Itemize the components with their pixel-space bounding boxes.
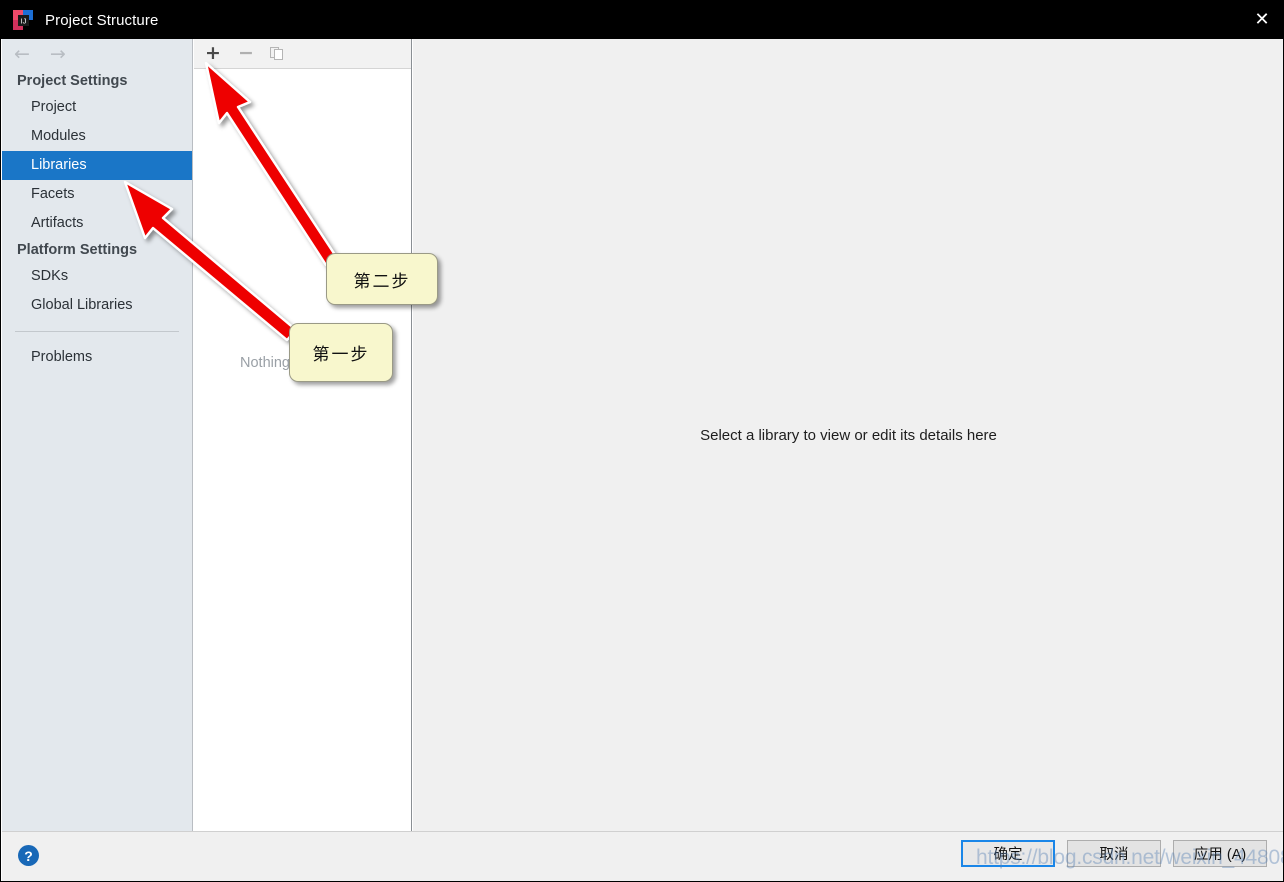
navigation-arrows: ← → (2, 39, 192, 69)
copy-icon-front-sheet (274, 48, 283, 60)
cancel-button[interactable]: 取消 (1067, 840, 1161, 867)
sidebar-item-libraries[interactable]: Libraries (2, 151, 192, 180)
library-detail-panel: Select a library to view or edit its det… (413, 39, 1283, 831)
sidebar-divider (15, 331, 179, 332)
ok-button[interactable]: 确定 (961, 840, 1055, 867)
dialog-button-group: 确定 取消 应用 (A) (961, 840, 1267, 867)
apply-button[interactable]: 应用 (A) (1173, 840, 1267, 867)
copy-library-icon[interactable] (270, 45, 288, 63)
empty-list-placeholder: Nothing to show (240, 355, 344, 371)
title-bar: IJ Project Structure ✕ (1, 1, 1283, 39)
sidebar-item-problems[interactable]: Problems (2, 343, 192, 372)
forward-arrow-icon[interactable]: → (50, 44, 66, 64)
project-structure-dialog: IJ Project Structure ✕ ← → Project Setti… (0, 0, 1284, 882)
sidebar-item-modules[interactable]: Modules (2, 122, 192, 151)
detail-placeholder-text: Select a library to view or edit its det… (700, 427, 997, 444)
close-icon[interactable]: ✕ (1239, 1, 1283, 39)
window-title: Project Structure (45, 11, 159, 29)
back-arrow-icon[interactable]: ← (14, 44, 30, 64)
settings-sidebar: ← → Project Settings Project Modules Lib… (2, 39, 193, 831)
libraries-toolbar: + − (194, 39, 411, 69)
sidebar-item-project[interactable]: Project (2, 93, 192, 122)
add-library-button[interactable]: + (204, 44, 222, 63)
dialog-bottom-bar: ? 确定 取消 应用 (A) (2, 831, 1283, 881)
sidebar-item-global-libraries[interactable]: Global Libraries (2, 291, 192, 320)
libraries-list-panel: + − Nothing to show (194, 39, 412, 831)
sidebar-item-sdks[interactable]: SDKs (2, 262, 192, 291)
sidebar-group-project-settings: Project Settings (17, 73, 128, 89)
sidebar-item-artifacts[interactable]: Artifacts (2, 209, 192, 238)
sidebar-group-platform-settings: Platform Settings (17, 242, 138, 258)
intellij-idea-icon: IJ (12, 9, 34, 31)
sidebar-item-facets[interactable]: Facets (2, 180, 192, 209)
svg-text:IJ: IJ (21, 17, 27, 26)
remove-library-button[interactable]: − (237, 44, 255, 63)
help-button[interactable]: ? (18, 845, 39, 866)
